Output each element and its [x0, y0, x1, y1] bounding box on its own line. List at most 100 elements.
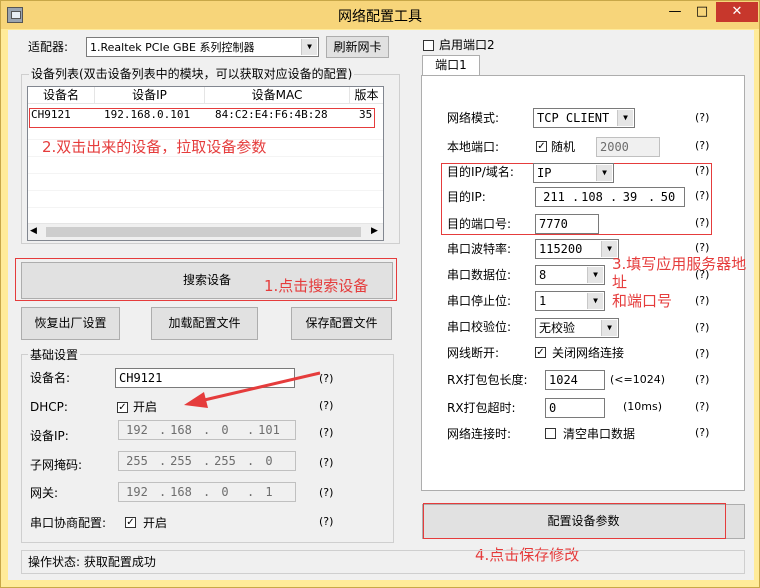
annotation-apply-highlight: [423, 503, 726, 539]
help-dest-type[interactable]: (?): [695, 164, 709, 177]
help-dest-ip[interactable]: (?): [695, 189, 709, 202]
rx-len-label: RX打包包长度:: [447, 373, 528, 387]
rx-timeout-input[interactable]: 0: [545, 398, 605, 418]
scroll-right-icon[interactable]: ▶: [371, 226, 378, 236]
data-bits-label: 串口数据位:: [447, 268, 512, 282]
disconnect-checkbox[interactable]: ✓: [535, 347, 546, 358]
mask-octet: 0: [265, 454, 273, 468]
stop-bits-select[interactable]: 1 ▼: [535, 291, 605, 311]
gw-octet: 1: [265, 485, 273, 499]
device-name-label: 设备名:: [30, 371, 71, 385]
dest-ip-octet: 39: [622, 190, 638, 204]
horizontal-scrollbar[interactable]: ◀ ▶: [28, 223, 383, 240]
subnet-mask-field[interactable]: 255. 255. 255. 0: [118, 451, 296, 471]
minimize-button[interactable]: —: [662, 2, 688, 22]
help-net-mode[interactable]: (?): [695, 111, 709, 124]
status-text: 操作状态: 获取配置成功: [28, 555, 156, 569]
disconnect-text: 关闭网络连接: [552, 346, 625, 360]
annotation-3-line3: 和端口号: [612, 292, 673, 310]
dest-ip-octet: 50: [660, 190, 676, 204]
close-button[interactable]: ✕: [716, 2, 758, 22]
dest-ip-octet: 108: [581, 190, 603, 204]
chevron-down-icon: ▼: [617, 110, 633, 126]
window-title: 网络配置工具: [338, 9, 422, 25]
scrollbar-thumb[interactable]: [46, 227, 361, 237]
chevron-down-icon: ▼: [587, 267, 603, 283]
dest-ip-octet: 211: [543, 190, 565, 204]
dhcp-text: 开启: [133, 400, 158, 414]
title-bar[interactable]: 网络配置工具 — □ ✕: [1, 1, 759, 29]
app-window: 网络配置工具 — □ ✕ 适配器: 1.Realtek PCIe GBE 系列控…: [0, 0, 760, 588]
random-port-text: 随机: [551, 140, 576, 154]
help-baud-rate[interactable]: (?): [695, 241, 709, 254]
gw-octet: 0: [221, 485, 229, 499]
client-area: 适配器: 1.Realtek PCIe GBE 系列控制器 ▼ 刷新网卡 设备列表…: [8, 30, 754, 580]
help-parity[interactable]: (?): [695, 321, 709, 334]
serial-negotiation-label: 串口协商配置:: [30, 516, 107, 530]
dhcp-checkbox[interactable]: ✓: [117, 402, 128, 413]
dest-type-value: IP: [537, 166, 552, 180]
help-rx-timeout[interactable]: (?): [695, 400, 709, 413]
col-header-ip[interactable]: 设备IP: [95, 87, 205, 104]
help-connect[interactable]: (?): [695, 426, 709, 439]
net-mode-value: TCP CLIENT: [537, 111, 610, 125]
stop-bits-value: 1: [539, 294, 547, 308]
baud-rate-select[interactable]: 115200 ▼: [535, 239, 619, 259]
enable-port2-checkbox[interactable]: [423, 40, 434, 51]
refresh-adapter-button[interactable]: 刷新网卡: [326, 36, 389, 58]
annotation-1: 1.点击搜索设备: [264, 277, 369, 295]
serial-negotiation-text: 开启: [143, 516, 168, 530]
rx-len-input[interactable]: 1024: [545, 370, 605, 390]
help-local-port[interactable]: (?): [695, 139, 709, 152]
help-subnet-mask[interactable]: (?): [319, 456, 333, 469]
dest-type-label: 目的IP/域名:: [447, 165, 514, 179]
local-port-input[interactable]: 2000: [596, 137, 660, 157]
col-header-version[interactable]: 版本: [350, 87, 383, 104]
help-data-bits[interactable]: (?): [695, 268, 709, 281]
tab-port1[interactable]: 端口1: [422, 55, 480, 76]
mask-octet: 255: [170, 454, 192, 468]
parity-value: 无校验: [539, 321, 576, 335]
parity-select[interactable]: 无校验 ▼: [535, 318, 619, 338]
net-mode-select[interactable]: TCP CLIENT ▼: [533, 108, 635, 128]
gateway-field[interactable]: 192. 168. 0. 1: [118, 482, 296, 502]
clear-serial-checkbox[interactable]: [545, 428, 556, 439]
col-header-name[interactable]: 设备名: [28, 87, 95, 104]
status-bar: 操作状态: 获取配置成功: [21, 550, 745, 574]
enable-port2-label: 启用端口2: [439, 38, 495, 52]
mask-octet: 255: [126, 454, 148, 468]
dest-port-input[interactable]: 7770: [535, 214, 599, 234]
help-rx-len[interactable]: (?): [695, 373, 709, 386]
adapter-select[interactable]: 1.Realtek PCIe GBE 系列控制器 ▼: [86, 37, 319, 57]
dest-type-select[interactable]: IP ▼: [533, 163, 614, 183]
help-device-ip[interactable]: (?): [319, 426, 333, 439]
adapter-value: 1.Realtek PCIe GBE 系列控制器: [90, 41, 255, 54]
dhcp-label: DHCP:: [30, 400, 68, 414]
help-gateway[interactable]: (?): [319, 486, 333, 499]
table-header: 设备名 设备IP 设备MAC 版本: [28, 87, 383, 104]
random-port-checkbox[interactable]: ✓: [536, 141, 547, 152]
data-bits-select[interactable]: 8 ▼: [535, 265, 605, 285]
help-stop-bits[interactable]: (?): [695, 294, 709, 307]
help-serial-negotiation[interactable]: (?): [319, 515, 333, 528]
annotation-arrow-icon: [184, 371, 321, 408]
parity-label: 串口校验位:: [447, 320, 512, 334]
annotation-row-highlight: [29, 108, 375, 128]
save-config-file-button[interactable]: 保存配置文件: [291, 307, 392, 340]
chevron-down-icon: ▼: [596, 165, 612, 181]
factory-reset-button[interactable]: 恢复出厂设置: [21, 307, 120, 340]
annotation-3-line2: 址: [612, 273, 628, 291]
maximize-button[interactable]: □: [689, 2, 715, 22]
col-header-mac[interactable]: 设备MAC: [205, 87, 350, 104]
dest-ip-field[interactable]: 211. 108. 39. 50: [535, 187, 685, 207]
device-ip-field[interactable]: 192. 168. 0. 101: [118, 420, 296, 440]
annotation-3-line1: 3.填写应用服务器地: [612, 255, 747, 273]
load-config-button[interactable]: 加载配置文件: [151, 307, 258, 340]
serial-negotiation-checkbox[interactable]: ✓: [125, 517, 136, 528]
scroll-left-icon[interactable]: ◀: [30, 226, 37, 236]
local-port-label: 本地端口:: [447, 140, 500, 154]
help-disconnect[interactable]: (?): [695, 347, 709, 360]
device-list-title: 设备列表(双击设备列表中的模块，可以获取对应设备的配置): [29, 67, 355, 81]
mask-octet: 255: [214, 454, 236, 468]
help-dest-port[interactable]: (?): [695, 216, 709, 229]
